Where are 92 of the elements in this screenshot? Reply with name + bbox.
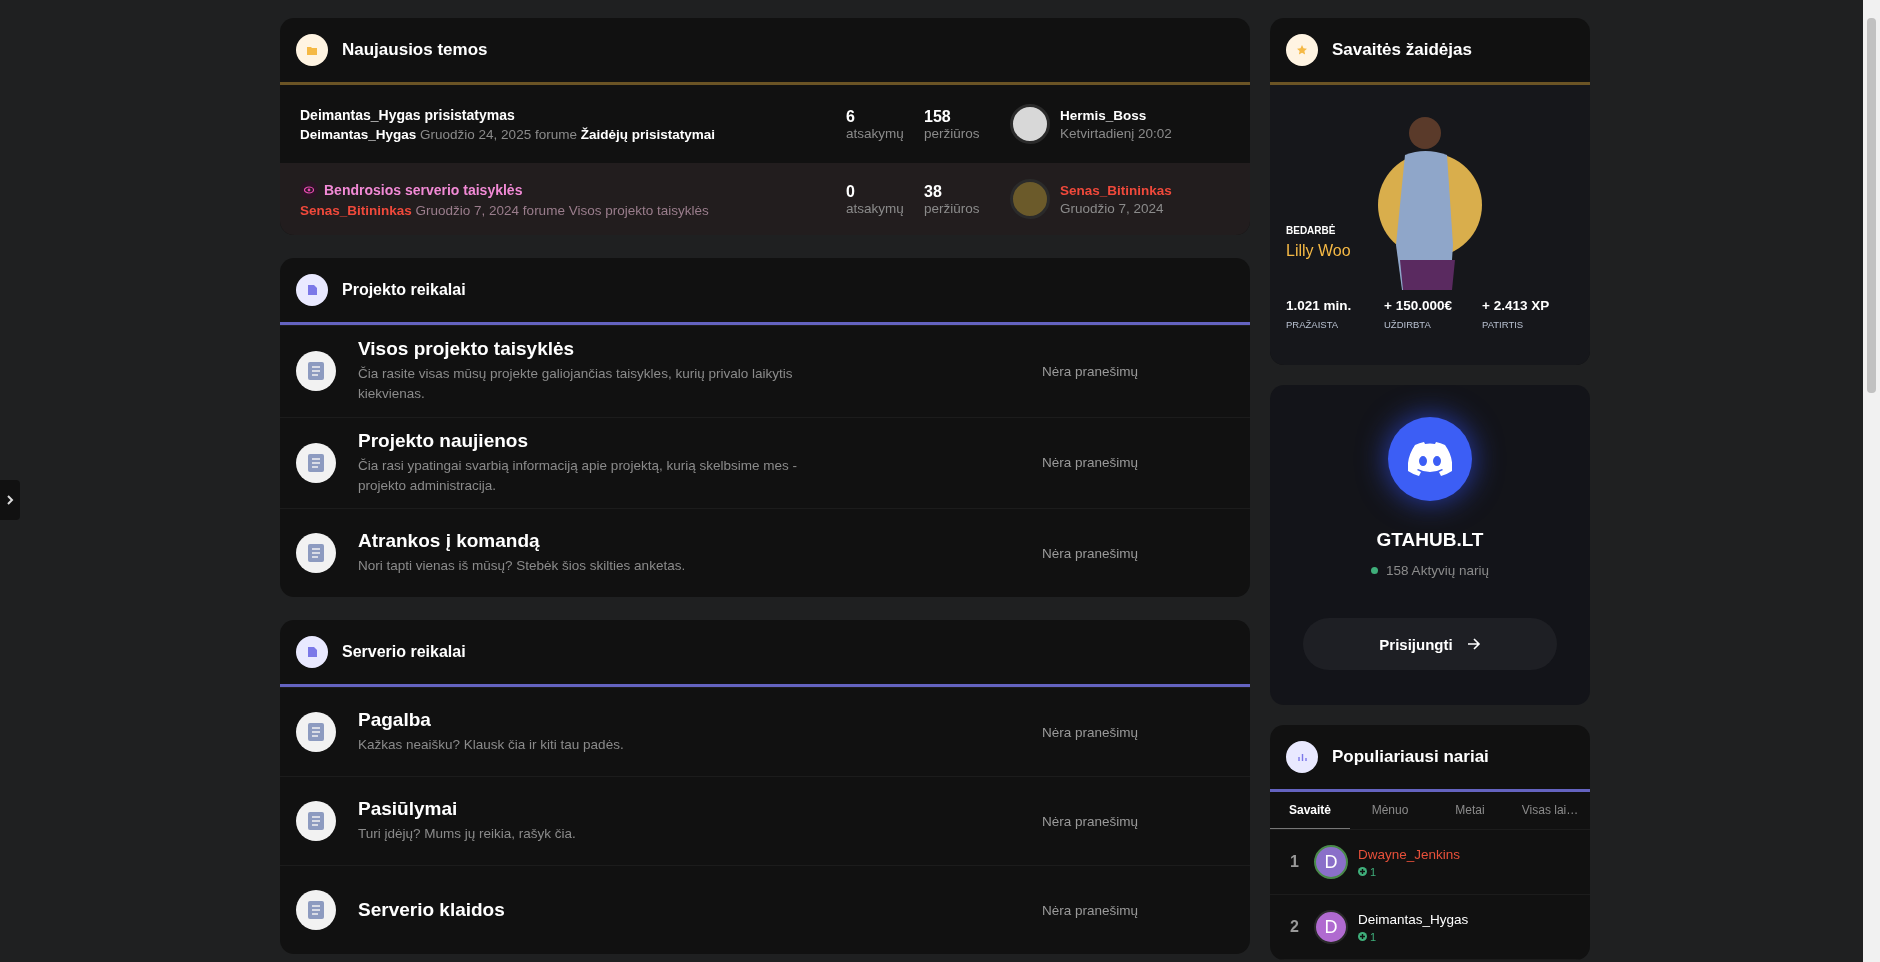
forum-row[interactable]: Visos projekto taisyklės Čia rasite visas mūsų projekte galiojančias taisykles, kurių privalo laikytis kiekvienas. Nėra pranešimų	[280, 325, 1250, 417]
stat-label: PATIRTIS	[1482, 319, 1525, 330]
topic-row[interactable]: Bendrosios serverio taisyklės Senas_Bitininkas Gruodžio 7, 2024 forume Visos projekto taisyklės 0 atsakymų 38 peržiūros Senas_Bitininkas Gruodžio 7, 2024	[280, 163, 1250, 235]
card-title: Populiariausi nariai	[1332, 747, 1489, 767]
forum-title[interactable]: Pagalba	[358, 708, 798, 731]
plus-circle-icon	[1358, 867, 1367, 876]
avatar-placeholder	[1010, 104, 1050, 144]
server-name: GTAHUB.LT	[1376, 529, 1484, 551]
category-title: Serverio reikalai	[342, 643, 466, 661]
folder-icon	[296, 34, 328, 66]
forum-description: Čia rasite visas mūsų projekte galiojančias taisykles, kurių privalo laikytis kiekvienas.	[358, 365, 794, 404]
points-count: 1	[1370, 930, 1377, 943]
online-count: 158 Aktyvių narių	[1386, 563, 1489, 578]
sidebar-toggle-button[interactable]	[0, 480, 20, 520]
plus-circle-icon	[1358, 932, 1367, 941]
join-button[interactable]: Prisijungti	[1303, 618, 1557, 670]
topic-meta: Senas_Bitininkas Gruodžio 7, 2024 forume Visos projekto taisyklės	[300, 202, 710, 218]
view-label: peržiūros	[924, 200, 981, 216]
stat-value: + 150.000€	[1384, 298, 1453, 313]
document-lines-icon	[296, 890, 336, 930]
topic-title[interactable]: Deimantas_Hygas prisistatymas	[300, 106, 515, 123]
rank-number: 1	[1290, 853, 1300, 871]
period-tab[interactable]: Metai	[1430, 792, 1510, 829]
member-name[interactable]: Dwayne_Jenkins	[1358, 846, 1461, 862]
last-post-time: Gruodžio 7, 2024	[1060, 200, 1165, 216]
forum-row[interactable]: Pagalba Kažkas neaišku? Klausk čia ir kiti tau padės. Nėra pranešimų	[280, 687, 1250, 776]
stat-value: + 2.413 XP	[1482, 298, 1551, 313]
points-count: 1	[1370, 865, 1377, 878]
stat-label: UŽDIRBTA	[1384, 319, 1432, 330]
reply-label: atsakymų	[846, 200, 905, 216]
document-icon	[296, 636, 328, 668]
forum-title[interactable]: Projekto naujienos	[358, 429, 798, 452]
document-lines-icon	[296, 351, 336, 392]
card-title: Savaitės žaidėjas	[1332, 40, 1472, 60]
discord-icon	[1388, 417, 1472, 501]
forum-description: Čia rasi ypatingai svarbią informaciją apie projektą, kurią skelbsime mes - projekto administracija.	[358, 456, 798, 495]
topic-row[interactable]: Deimantas_Hygas prisistatymas Deimantas_Hygas Gruodžio 24, 2025 forume Žaidėjų prisistatymai 6 atsakymų 158 peržiūros Hermis_Boss Ketvirtadienį 20:02	[280, 85, 1250, 163]
forum-status: Nėra pranešimų	[1042, 813, 1139, 829]
forum-row[interactable]: Pasiūlymai Turi įdėjų? Mums jų reikia, rašyk čia. Nėra pranešimų	[280, 776, 1250, 865]
last-post-time: Ketvirtadienį 20:02	[1060, 125, 1172, 141]
reply-count: 6	[846, 107, 856, 126]
forum-status: Nėra pranešimų	[1042, 545, 1139, 561]
reply-count: 0	[846, 182, 856, 201]
job-label: BEDARBĖ	[1286, 225, 1337, 236]
forum-title[interactable]: Serverio klaidos	[358, 899, 798, 921]
document-lines-icon	[296, 801, 336, 841]
period-tab[interactable]: Savaitė	[1270, 792, 1350, 829]
forum-status: Nėra pranešimų	[1042, 363, 1139, 379]
forum-description: Turi įdėjų? Mums jų reikia, rašyk čia.	[358, 824, 577, 843]
member-row[interactable]: 1 D Dwayne_Jenkins 1	[1270, 830, 1590, 895]
card-title: Naujausios temos	[342, 40, 488, 60]
view-label: peržiūros	[924, 125, 981, 141]
stat-label: PRAŽAISTA	[1286, 319, 1340, 330]
member-avatar: D	[1314, 910, 1348, 944]
forum-title[interactable]: Visos projekto taisyklės	[358, 338, 798, 360]
player-name[interactable]: Lilly Woo	[1286, 242, 1351, 260]
forum-row[interactable]: Serverio klaidos Nėra pranešimų	[280, 865, 1250, 954]
online-status-dot	[1371, 567, 1379, 574]
view-count: 158	[924, 107, 952, 126]
last-poster-name[interactable]: Hermis_Boss	[1060, 107, 1172, 123]
period-tab[interactable]: Visas lai…	[1510, 792, 1590, 829]
member-row[interactable]: 2 D Deimantas_Hygas 1	[1270, 895, 1590, 960]
member-name[interactable]: Deimantas_Hygas	[1358, 911, 1469, 927]
member-avatar: D	[1314, 845, 1348, 879]
forum-row[interactable]: Projekto naujienos Čia rasi ypatingai svarbią informaciją apie projektą, kurią skelbsime mes - projekto administracija. Nėra pranešimų	[280, 416, 1250, 508]
arrow-right-icon	[1466, 638, 1481, 650]
stat-value: 1.021 min.	[1286, 298, 1353, 313]
rank-number: 2	[1290, 918, 1300, 936]
forum-description: Kažkas neaišku? Klausk čia ir kiti tau padės.	[358, 735, 625, 754]
topic-title[interactable]: Bendrosios serverio taisyklės	[324, 181, 523, 198]
topic-meta: Deimantas_Hygas Gruodžio 24, 2025 forume Žaidėjų prisistatymai	[300, 126, 716, 142]
eye-icon	[300, 180, 318, 199]
reply-label: atsakymų	[846, 125, 905, 141]
document-lines-icon	[296, 712, 336, 752]
forum-title[interactable]: Atrankos į komandą	[358, 529, 798, 552]
avatar-placeholder	[1010, 179, 1050, 219]
category-title: Projekto reikalai	[342, 281, 466, 299]
period-tab[interactable]: Mėnuo	[1350, 792, 1430, 829]
forum-status: Nėra pranešimų	[1042, 455, 1139, 471]
forum-status: Nėra pranešimų	[1042, 902, 1139, 918]
document-lines-icon	[296, 442, 336, 483]
last-poster-name[interactable]: Senas_Bitininkas	[1060, 182, 1172, 198]
bar-chart-icon	[1286, 741, 1318, 773]
forum-title[interactable]: Pasiūlymai	[358, 797, 798, 820]
scrollbar[interactable]	[1863, 0, 1880, 962]
forum-row[interactable]: Atrankos į komandą Nori tapti vienas iš mūsų? Stebėk šios skilties anketas. Nėra pranešimų	[280, 508, 1250, 597]
chevron-right-icon	[6, 495, 14, 505]
document-icon	[296, 274, 328, 306]
document-lines-icon	[296, 533, 336, 573]
view-count: 38	[924, 182, 943, 201]
forum-status: Nėra pranešimų	[1042, 724, 1139, 740]
forum-description: Nori tapti vienas iš mūsų? Stebėk šios skilties anketas.	[358, 556, 687, 575]
